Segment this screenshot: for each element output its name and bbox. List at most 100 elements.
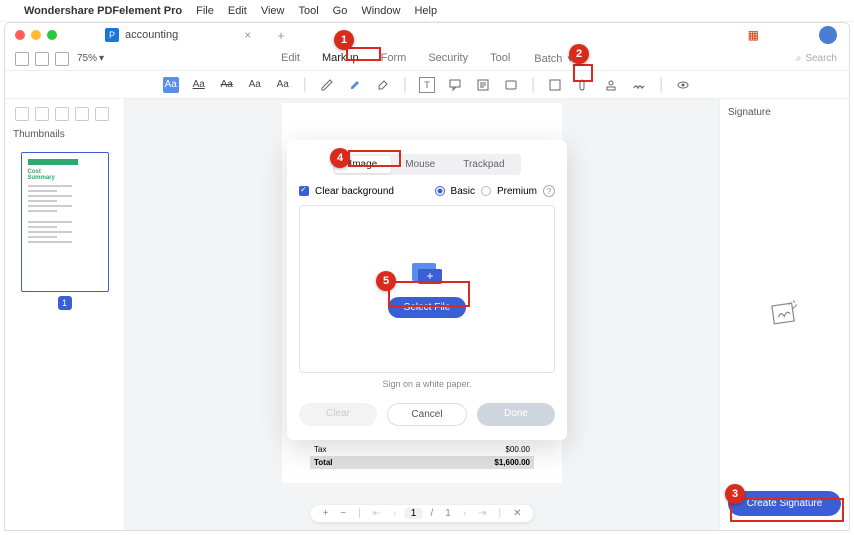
attachments-tab-icon[interactable]: [95, 107, 109, 121]
pdf-icon: P: [105, 28, 119, 42]
comments-tab-icon[interactable]: [75, 107, 89, 121]
eraser-icon[interactable]: [375, 77, 391, 93]
first-page-icon[interactable]: ⇤: [369, 508, 385, 519]
menu-edit[interactable]: Edit: [228, 5, 247, 17]
pencil-icon[interactable]: [319, 77, 335, 93]
thumb-title: Cost Summary: [28, 169, 70, 181]
menu-help[interactable]: Help: [414, 5, 437, 17]
menu-window[interactable]: Window: [361, 5, 400, 17]
page-thumbnail[interactable]: Cost Summary: [21, 152, 109, 292]
textbox-icon[interactable]: T: [419, 77, 435, 93]
bookmarks-tab-icon[interactable]: [35, 107, 49, 121]
page-input[interactable]: [404, 508, 422, 519]
row-label: Total: [314, 458, 333, 467]
sidebar-toggle-icon[interactable]: [15, 52, 29, 66]
segment-mouse[interactable]: Mouse: [391, 156, 449, 173]
last-page-icon[interactable]: ⇥: [474, 508, 490, 519]
titlebar: P accounting × + ▦: [5, 23, 849, 47]
marker-icon[interactable]: [347, 77, 363, 93]
file-drop-area[interactable]: + Select File: [299, 205, 555, 373]
tab-markup[interactable]: Markup: [320, 48, 361, 69]
select-file-button[interactable]: Select File: [388, 297, 467, 318]
segment-trackpad[interactable]: Trackpad: [449, 156, 518, 173]
premium-radio[interactable]: [481, 186, 491, 196]
note-icon[interactable]: [475, 77, 491, 93]
layout-grid-icon[interactable]: [35, 52, 49, 66]
thumbnails-tab-icon[interactable]: [15, 107, 29, 121]
row-label: Tax: [314, 445, 326, 454]
left-sidebar: Thumbnails Cost Summary 1: [5, 99, 125, 530]
comment-icon[interactable]: [503, 77, 519, 93]
search-box[interactable]: ⌕ Search: [796, 53, 837, 64]
tab-security[interactable]: Security: [426, 48, 470, 69]
row-value: $00.00: [506, 445, 530, 454]
search-placeholder: Search: [805, 53, 837, 64]
menu-tool[interactable]: Tool: [298, 5, 318, 17]
input-mode-segment: Image Mouse Trackpad: [287, 154, 567, 175]
zoom-dropdown[interactable]: 75%▾: [77, 53, 104, 64]
cancel-button[interactable]: Cancel: [387, 403, 467, 426]
window-close-icon[interactable]: [15, 30, 25, 40]
search-icon: ⌕: [796, 53, 802, 64]
attachment-icon[interactable]: [575, 77, 591, 93]
menu-file[interactable]: File: [196, 5, 214, 17]
premium-label: Premium: [497, 186, 537, 197]
signature-icon[interactable]: [631, 77, 647, 93]
signature-panel-title: Signature: [728, 107, 841, 118]
tab-edit[interactable]: Edit: [279, 48, 302, 69]
basic-radio[interactable]: [435, 186, 445, 196]
zoom-value: 75%: [77, 53, 97, 64]
folder-icon: +: [412, 261, 442, 285]
shape-icon[interactable]: [547, 77, 563, 93]
layout-list-icon[interactable]: [55, 52, 69, 66]
squiggly-text-icon[interactable]: Aa: [247, 77, 263, 93]
close-pager-icon[interactable]: ✕: [509, 508, 525, 519]
new-tab-button[interactable]: +: [277, 28, 285, 43]
user-avatar[interactable]: [819, 26, 837, 44]
view-mode-group: [15, 52, 69, 66]
callout-4: 4: [330, 148, 350, 168]
clear-button[interactable]: Clear: [299, 403, 377, 426]
modal-buttons: Clear Cancel Done: [287, 395, 567, 440]
thumb-page-number: 1: [58, 296, 72, 310]
main-toolbar: 75%▾ Edit Markup Form Security Tool Batc…: [5, 47, 849, 71]
outline-tab-icon[interactable]: [55, 107, 69, 121]
help-icon[interactable]: ?: [543, 185, 555, 197]
done-button[interactable]: Done: [477, 403, 555, 426]
zoom-in-icon[interactable]: +: [318, 508, 332, 519]
eye-icon[interactable]: [675, 77, 691, 93]
clear-background-checkbox[interactable]: [299, 186, 309, 196]
next-page-icon[interactable]: ›: [459, 508, 470, 519]
window-controls: [15, 30, 57, 40]
callout-3: 3: [725, 484, 745, 504]
callout-2: 2: [569, 44, 589, 64]
page-total: 1: [441, 508, 455, 519]
document-tab-label: accounting: [125, 29, 178, 41]
modal-note: Sign on a white paper.: [287, 379, 567, 389]
markup-toolbar: Aa Aa Aa Aa Aa | | T | |: [5, 71, 849, 99]
mac-menubar: Wondershare PDFelement Pro File Edit Vie…: [0, 0, 854, 22]
menu-view[interactable]: View: [261, 5, 285, 17]
callout-icon[interactable]: [447, 77, 463, 93]
thumbnails-label: Thumbnails: [11, 123, 118, 146]
window-minimize-icon[interactable]: [31, 30, 41, 40]
window-maximize-icon[interactable]: [47, 30, 57, 40]
underline-text-icon[interactable]: Aa: [191, 77, 207, 93]
stamp-icon[interactable]: [603, 77, 619, 93]
close-tab-icon[interactable]: ×: [244, 28, 251, 42]
document-tab[interactable]: P accounting ×: [95, 25, 261, 45]
ribbon-tabs: Edit Markup Form Security Tool Batch ▾: [279, 48, 575, 69]
row-value: $1,600.00: [494, 458, 530, 467]
highlight-text-icon[interactable]: Aa: [163, 77, 179, 93]
strikethrough-text-icon[interactable]: Aa: [219, 77, 235, 93]
document-tabs: P accounting × +: [95, 25, 285, 45]
tab-tool[interactable]: Tool: [488, 48, 512, 69]
callout-5: 5: [376, 271, 396, 291]
zoom-out-icon[interactable]: −: [336, 508, 350, 519]
prev-page-icon[interactable]: ‹: [389, 508, 400, 519]
menu-go[interactable]: Go: [333, 5, 348, 17]
tab-form[interactable]: Form: [379, 48, 409, 69]
home-icon[interactable]: ▦: [748, 28, 759, 42]
app-name[interactable]: Wondershare PDFelement Pro: [24, 5, 182, 17]
insert-text-icon[interactable]: Aa: [275, 77, 291, 93]
